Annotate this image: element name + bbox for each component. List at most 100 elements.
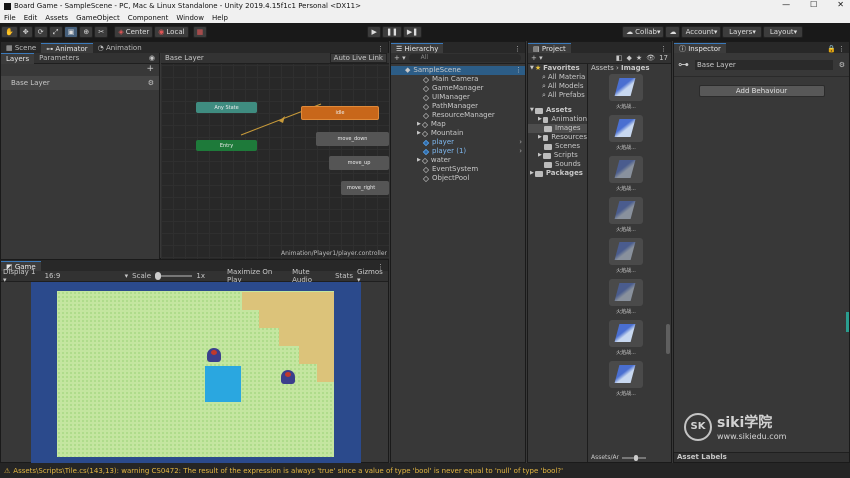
expand-arrow-icon[interactable]: ▶ — [530, 169, 534, 178]
menu-file[interactable]: File — [4, 14, 16, 22]
collapse-arrow-icon[interactable]: ▼ — [530, 106, 534, 115]
scale-tool-button[interactable]: ⤢ — [48, 26, 63, 38]
rotate-tool-button[interactable]: ⟳ — [33, 26, 48, 38]
maximize-button[interactable]: ☐ — [810, 0, 817, 9]
favorite-all-prefabs[interactable]: ⌕ All Prefabs — [528, 91, 587, 100]
state-move-right[interactable]: move_right — [341, 181, 389, 195]
collab-button[interactable]: ☁ Collab ▾ — [622, 26, 665, 38]
close-button[interactable]: ✕ — [837, 0, 844, 9]
stats-toggle[interactable]: Stats — [335, 272, 353, 280]
layer-row[interactable]: Base Layer ⚙ — [1, 76, 159, 90]
rect-tool-button[interactable]: ▣ — [63, 26, 79, 38]
hand-tool-button[interactable]: ✋ — [1, 26, 18, 38]
search-by-type-icon[interactable]: ◧ — [616, 54, 623, 62]
asset-thumbnail[interactable]: 火焰战... — [609, 361, 672, 397]
hierarchy-item-objectpool[interactable]: ObjectPool — [391, 174, 525, 183]
collapse-arrow-icon[interactable]: ▼ — [530, 64, 534, 73]
hierarchy-item-uimanager[interactable]: UIManager — [391, 93, 525, 102]
tab-scene[interactable]: ▦ Scene — [1, 43, 41, 53]
asset-thumbnail[interactable]: 火焰战... — [609, 320, 672, 356]
assets-header[interactable]: ▼ Assets — [528, 106, 587, 115]
expand-arrow-icon[interactable]: ▶ — [538, 133, 542, 142]
thumb-size-handle[interactable] — [634, 454, 639, 461]
minimize-button[interactable]: — — [782, 0, 790, 9]
thumb-size-slider[interactable] — [622, 454, 647, 461]
menu-component[interactable]: Component — [128, 14, 169, 22]
menu-gameobject[interactable]: GameObject — [76, 14, 120, 22]
folder-images[interactable]: Images — [528, 124, 587, 133]
eye-icon[interactable]: ◉ — [149, 54, 159, 62]
custom-tool-button[interactable]: ✂ — [94, 26, 109, 38]
inspector-title-field[interactable]: Base Layer — [695, 59, 833, 70]
inspector-scroll-indicator[interactable] — [846, 312, 849, 332]
scale-slider[interactable] — [155, 272, 193, 280]
create-button[interactable]: + ▾ — [394, 54, 406, 62]
asset-grid-scrollbar[interactable] — [666, 324, 670, 354]
favorites-header[interactable]: ▼ ★ Favorites — [528, 64, 587, 73]
favorite-star-icon[interactable]: ★ — [636, 54, 642, 62]
breadcrumb-images[interactable]: Images — [621, 64, 650, 72]
asset-thumbnail[interactable]: 火焰战... — [609, 238, 672, 274]
asset-thumbnail[interactable]: 火焰战... — [609, 156, 672, 192]
project-create-button[interactable]: + ▾ — [531, 54, 543, 62]
favorite-all-materials[interactable]: ⌕ All Materia — [528, 73, 587, 82]
account-dropdown[interactable]: Account ▾ — [681, 26, 722, 38]
inspector-lock-icon[interactable]: 🔒 ⋮ — [827, 45, 849, 53]
grid-snap-button[interactable]: ▦ — [192, 26, 208, 38]
asset-thumbnail[interactable]: 火焰战... — [609, 74, 672, 110]
tab-hierarchy[interactable]: ☰ Hierarchy — [391, 43, 444, 53]
scene-root[interactable]: ◆ SampleScene ⋮ — [391, 66, 525, 75]
tab-animation[interactable]: ◔ Animation — [93, 43, 147, 53]
state-move-down[interactable]: move_down — [316, 132, 389, 146]
inspector-more-icon[interactable]: ⚙ — [839, 61, 849, 69]
layers-dropdown[interactable]: Layers ▾ — [722, 26, 763, 38]
tab-project[interactable]: ▤ Project — [528, 43, 571, 53]
folder-resources[interactable]: ▶ Resources — [528, 133, 587, 142]
tab-animator[interactable]: ⊶ Animator — [41, 43, 93, 53]
tab-parameters[interactable]: Parameters — [34, 53, 84, 64]
menu-window[interactable]: Window — [176, 14, 204, 22]
hierarchy-item-player-1[interactable]: player (1) › — [391, 147, 525, 156]
expand-arrow-icon[interactable]: ▶ — [417, 120, 421, 129]
hierarchy-item-eventsystem[interactable]: EventSystem — [391, 165, 525, 174]
state-idle[interactable]: idle — [301, 106, 379, 120]
asset-labels-bar[interactable]: Asset Labels — [674, 452, 849, 462]
menu-assets[interactable]: Assets — [45, 14, 68, 22]
hierarchy-item-map[interactable]: ▶ Map — [391, 120, 525, 129]
folder-scenes[interactable]: Scenes — [528, 142, 587, 151]
pivot-local-button[interactable]: ◉ Local — [154, 26, 189, 38]
asset-thumbnail[interactable]: 火焰战... — [609, 115, 672, 151]
state-any[interactable]: Any State — [196, 102, 257, 113]
state-move-up[interactable]: move_up — [329, 156, 389, 170]
pause-button[interactable]: ❚❚ — [382, 26, 402, 38]
expand-arrow-icon[interactable]: ▶ — [538, 151, 542, 160]
hierarchy-item-player[interactable]: player › — [391, 138, 525, 147]
prefab-open-arrow-icon[interactable]: › — [519, 138, 525, 147]
move-tool-button[interactable]: ✥ — [18, 26, 33, 38]
hidden-packages-icon[interactable]: 👁 — [646, 54, 655, 62]
state-entry[interactable]: Entry — [196, 140, 257, 151]
transform-tool-button[interactable]: ⊕ — [79, 26, 94, 38]
animator-graph[interactable]: Base Layer Auto Live Link Any State idle… — [161, 53, 389, 259]
project-menu-icon[interactable]: ⋮ — [660, 45, 671, 53]
expand-arrow-icon[interactable]: ▶ — [538, 115, 542, 124]
play-button[interactable]: ▶ — [367, 26, 382, 38]
cloud-services-button[interactable]: ☁ — [665, 26, 681, 38]
game-viewport[interactable] — [31, 282, 361, 463]
pivot-center-button[interactable]: ◈ Center — [114, 26, 154, 38]
expand-arrow-icon[interactable]: ▶ — [417, 156, 421, 165]
layer-settings-gear-icon[interactable]: ⚙ — [148, 79, 159, 87]
folder-scripts[interactable]: ▶ Scripts — [528, 151, 587, 160]
breadcrumb-assets[interactable]: Assets — [591, 64, 614, 72]
tab-layers[interactable]: Layers — [1, 52, 35, 64]
tab-inspector[interactable]: ⓘ Inspector — [674, 43, 726, 53]
hierarchy-search-input[interactable]: All — [408, 54, 521, 62]
prefab-open-arrow-icon[interactable]: › — [519, 147, 525, 156]
folder-sounds[interactable]: Sounds — [528, 160, 587, 169]
hierarchy-item-gamemanager[interactable]: GameManager — [391, 84, 525, 93]
search-by-label-icon[interactable]: ◆ — [627, 54, 632, 62]
console-status-bar[interactable]: ⚠ Assets\Scripts\Tile.cs(143,13): warnin… — [0, 463, 850, 478]
menu-edit[interactable]: Edit — [24, 14, 38, 22]
packages-header[interactable]: ▶ Packages — [528, 169, 587, 178]
panel-menu-icon[interactable]: ⋮ — [377, 45, 388, 53]
